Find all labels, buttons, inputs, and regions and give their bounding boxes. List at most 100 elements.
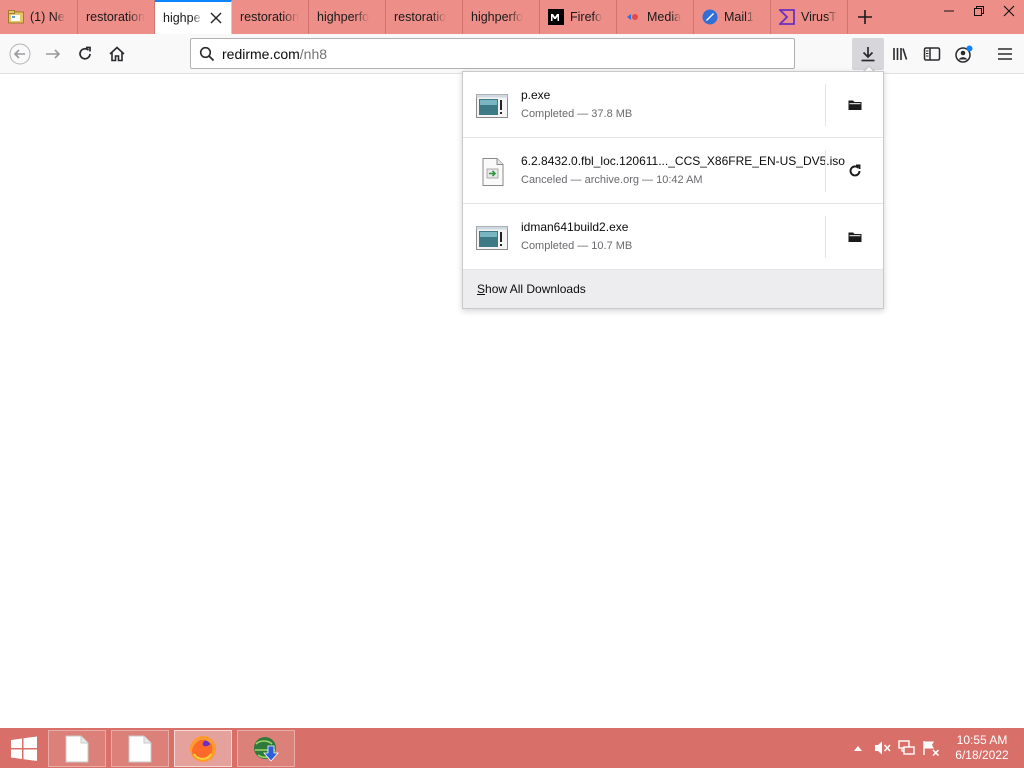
retry-download-button[interactable] xyxy=(825,150,883,192)
action-center-button[interactable] xyxy=(920,728,942,768)
sidebar-icon xyxy=(923,47,941,61)
blank-document-icon xyxy=(128,735,152,762)
home-button[interactable] xyxy=(101,38,133,70)
show-hidden-icons-button[interactable] xyxy=(850,728,866,768)
window-controls xyxy=(934,0,1024,24)
exe-file-icon xyxy=(476,90,508,122)
tab-5[interactable]: highperfo xyxy=(309,0,386,34)
exe-file-icon xyxy=(476,222,508,254)
download-item[interactable]: p.exe Completed — 37.8 MB xyxy=(463,72,883,138)
virustotal-icon xyxy=(779,9,795,25)
media-icon xyxy=(625,9,641,25)
account-button[interactable] xyxy=(948,38,980,70)
iso-file-icon xyxy=(476,156,508,188)
download-filename: p.exe xyxy=(521,88,551,102)
plus-icon xyxy=(858,10,872,24)
m-logo-icon xyxy=(548,9,564,25)
folder-news-icon xyxy=(8,9,24,25)
forward-button[interactable] xyxy=(37,38,69,70)
library-button[interactable] xyxy=(884,38,916,70)
tab-4-label: restoration xyxy=(240,10,300,24)
tab-9[interactable]: Media xyxy=(617,0,694,34)
download-filename: 6.2.8432.0.fbl_loc.120611..._CCS_X86FRE_… xyxy=(521,154,845,168)
network-icon xyxy=(898,740,915,755)
taskbar-document-2[interactable] xyxy=(111,730,169,767)
account-icon xyxy=(955,45,973,63)
tab-8-label: Firefo xyxy=(570,10,602,24)
menu-button[interactable] xyxy=(989,38,1021,70)
tab-4[interactable]: restoration xyxy=(232,0,309,34)
restore-icon xyxy=(974,6,984,16)
url-host: redirme.com xyxy=(222,45,300,62)
firefox-icon xyxy=(190,735,216,762)
taskbar-clock[interactable]: 10:55 AM 6/18/2022 xyxy=(944,733,1020,763)
start-button[interactable] xyxy=(4,730,44,767)
home-icon xyxy=(109,46,125,62)
mail-icon xyxy=(702,9,718,25)
search-icon xyxy=(199,46,215,61)
tab-11-label: VirusT xyxy=(801,10,837,24)
download-status: Completed — 10.7 MB xyxy=(521,240,633,252)
download-item[interactable]: idman641build2.exe Completed — 10.7 MB xyxy=(463,204,883,270)
tab-10[interactable]: Mail1 xyxy=(694,0,771,34)
retry-icon xyxy=(849,164,860,177)
speaker-muted-icon xyxy=(875,741,891,755)
tab-3-label: highpe xyxy=(163,11,201,25)
close-window-button[interactable] xyxy=(994,0,1024,22)
show-all-downloads-label: how All Downloads xyxy=(485,282,586,296)
tab-11[interactable]: VirusT xyxy=(771,0,848,34)
minimize-button[interactable] xyxy=(934,0,964,22)
back-button[interactable] xyxy=(4,38,36,70)
tab-7-label: highperfo xyxy=(471,10,524,24)
volume-button[interactable] xyxy=(872,728,894,768)
back-arrow-icon xyxy=(9,43,31,65)
taskbar-firefox[interactable] xyxy=(174,730,232,767)
blank-document-icon xyxy=(65,735,89,762)
download-status: Canceled — archive.org — 10:42 AM xyxy=(521,174,703,186)
sidebar-button[interactable] xyxy=(916,38,948,70)
minimize-icon xyxy=(944,10,954,12)
close-tab-icon[interactable] xyxy=(209,11,223,25)
download-status: Completed — 37.8 MB xyxy=(521,108,633,120)
tab-6-label: restoratio xyxy=(394,10,447,24)
chevron-up-icon xyxy=(854,746,862,751)
download-arrow-icon xyxy=(861,47,875,62)
tab-2-label: restoration xyxy=(86,10,146,24)
open-folder-icon xyxy=(848,232,861,242)
tab-strip: (1) Ne restoration highpe restoration hi… xyxy=(0,0,1024,34)
restore-button[interactable] xyxy=(964,0,994,22)
new-tab-button[interactable] xyxy=(848,0,882,34)
close-window-icon xyxy=(1003,5,1015,17)
tab-6[interactable]: restoratio xyxy=(386,0,463,34)
open-folder-button[interactable] xyxy=(825,216,883,258)
show-all-downloads-button[interactable]: Show All Downloads xyxy=(463,270,883,308)
clock-time: 10:55 AM xyxy=(956,733,1008,747)
download-manager-icon xyxy=(254,736,279,762)
tab-7[interactable]: highperfo xyxy=(463,0,540,34)
windows-logo-icon xyxy=(11,736,37,761)
tab-1[interactable]: (1) Ne xyxy=(0,0,78,34)
taskbar-download-manager[interactable] xyxy=(237,730,295,767)
taskbar xyxy=(0,728,1024,768)
tab-3-active[interactable]: highpe xyxy=(155,0,232,34)
reload-button[interactable] xyxy=(69,38,101,70)
network-button[interactable] xyxy=(896,728,918,768)
download-item[interactable]: 6.2.8432.0.fbl_loc.120611..._CCS_X86FRE_… xyxy=(463,138,883,204)
reload-icon xyxy=(79,46,91,60)
tab-2[interactable]: restoration xyxy=(78,0,155,34)
tab-10-label: Mail1 xyxy=(724,10,754,24)
flag-warning-icon xyxy=(923,741,940,756)
forward-arrow-icon xyxy=(46,49,61,59)
tab-5-label: highperfo xyxy=(317,10,370,24)
downloads-panel: p.exe Completed — 37.8 MB 6.2.8432.0.fbl… xyxy=(462,71,884,309)
open-folder-button[interactable] xyxy=(825,84,883,126)
open-folder-icon xyxy=(848,100,861,110)
show-all-downloads-accesskey: S xyxy=(477,282,486,296)
url-bar[interactable]: redirme.com/nh8 xyxy=(190,38,795,69)
download-filename: idman641build2.exe xyxy=(521,220,629,234)
url-path: /nh8 xyxy=(299,45,328,62)
tab-8[interactable]: Firefo xyxy=(540,0,617,34)
clock-date: 6/18/2022 xyxy=(955,748,1009,762)
library-icon xyxy=(893,48,908,60)
taskbar-document-1[interactable] xyxy=(48,730,106,767)
